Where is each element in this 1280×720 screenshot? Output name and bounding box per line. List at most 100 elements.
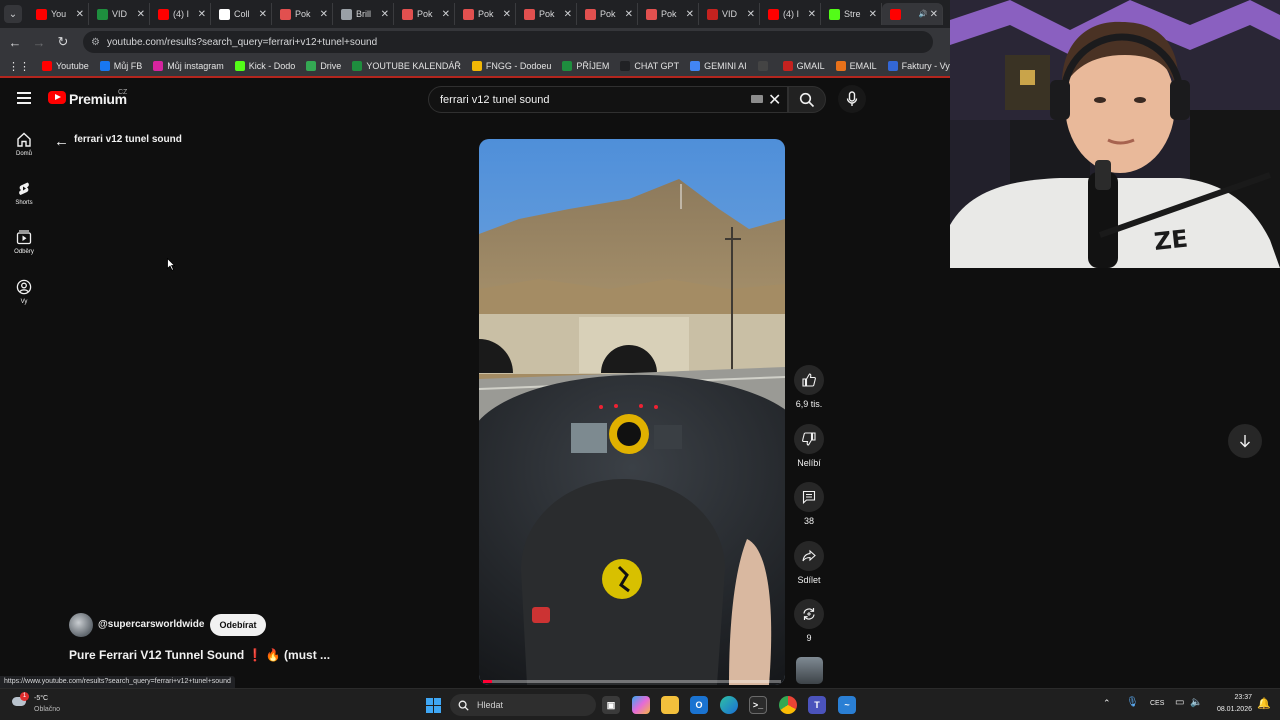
bookmark-item[interactable]: PŘÍJEM xyxy=(562,61,609,71)
network-icon[interactable]: ▭ xyxy=(1175,697,1184,708)
comments-button[interactable]: 38 xyxy=(793,482,825,526)
browser-tab[interactable]: (4) I ✕ xyxy=(760,3,821,25)
clear-search-icon[interactable]: ✕ xyxy=(768,90,781,110)
menu-hamburger-icon[interactable] xyxy=(17,92,31,104)
edge-icon[interactable] xyxy=(720,696,738,714)
tab-close-icon[interactable]: ✕ xyxy=(564,9,572,20)
terminal-icon[interactable]: >_ xyxy=(749,696,767,714)
browser-tab[interactable]: Pok ✕ xyxy=(516,3,577,25)
clock-time[interactable]: 23:37 xyxy=(1224,694,1252,701)
apps-grid-icon[interactable]: ⋮⋮ xyxy=(8,60,30,73)
bookmark-item[interactable]: Kick - Dodo xyxy=(234,61,295,71)
bookmark-item[interactable]: YOUTUBE KALENDÁŘ xyxy=(352,61,461,71)
dislike-button[interactable]: Nelíbí xyxy=(793,424,825,468)
browser-tab[interactable]: Pok ✕ xyxy=(638,3,699,25)
tray-overflow-chevron-up-icon[interactable]: ⌃ xyxy=(1103,698,1111,709)
channel-avatar[interactable] xyxy=(69,613,93,637)
site-info-icon[interactable]: ⚙ xyxy=(91,37,100,48)
guide-item-subscriptions[interactable]: Odběry xyxy=(0,230,48,255)
back-arrow-icon[interactable]: ← xyxy=(54,133,69,150)
volume-icon[interactable]: 🔈 xyxy=(1190,697,1202,708)
bookmark-item[interactable]: Faktury - Vytváření xyxy=(887,61,950,71)
input-language[interactable]: CES xyxy=(1150,700,1164,707)
weather-temperature[interactable]: -5°C xyxy=(34,695,48,702)
chrome-icon[interactable] xyxy=(779,696,797,714)
search-input[interactable]: ferrari v12 tunel sound xyxy=(428,86,788,113)
tab-close-icon[interactable]: ✕ xyxy=(625,9,633,20)
taskbar-search-box[interactable]: Hledat xyxy=(450,694,596,716)
bookmark-item[interactable]: FNGG - Dodoeu xyxy=(471,61,551,71)
youtube-logo-icon[interactable] xyxy=(48,91,66,104)
notification-bell-icon[interactable]: 🔔 xyxy=(1257,697,1271,710)
tab-close-icon[interactable]: ✕ xyxy=(381,9,389,20)
bookmark-item[interactable] xyxy=(757,61,772,71)
tab-close-icon[interactable]: ✕ xyxy=(503,9,511,20)
clock-date[interactable]: 08.01.2026 xyxy=(1206,706,1252,713)
task-view-icon[interactable]: ▣ xyxy=(602,696,620,714)
photos-icon[interactable]: ~ xyxy=(838,696,856,714)
file-explorer-icon[interactable] xyxy=(661,696,679,714)
tab-close-icon[interactable]: ✕ xyxy=(320,9,328,20)
bookmark-item[interactable]: GEMINI AI xyxy=(690,61,747,71)
browser-tab[interactable]: Pok ✕ xyxy=(455,3,516,25)
microphone-icon[interactable]: 🎙 xyxy=(1126,697,1139,708)
browser-tab[interactable]: (4) I ✕ xyxy=(150,3,211,25)
browser-tab[interactable]: Pok ✕ xyxy=(577,3,638,25)
tab-close-icon[interactable]: ✕ xyxy=(686,9,694,20)
remix-button[interactable]: 9 xyxy=(793,599,825,643)
bookmark-item[interactable]: Můj instagram xyxy=(153,61,224,71)
guide-item-home[interactable]: Domů xyxy=(0,132,48,157)
bookmark-item[interactable]: GMAIL xyxy=(782,61,825,71)
tab-close-icon[interactable]: ✕ xyxy=(808,9,816,20)
forward-arrow-icon[interactable]: → xyxy=(27,35,51,50)
share-button[interactable]: Sdílet xyxy=(793,541,825,585)
next-video-button[interactable] xyxy=(1228,424,1262,458)
tab-search-chevron-down-icon[interactable]: ⌄ xyxy=(4,5,22,23)
tab-close-icon[interactable]: ✕ xyxy=(747,9,755,20)
teams-icon[interactable]: T xyxy=(808,696,826,714)
tab-close-icon[interactable]: ✕ xyxy=(930,9,938,20)
bookmark-item[interactable]: EMAIL xyxy=(835,61,877,71)
browser-tab[interactable]: Stre ✕ xyxy=(821,3,882,25)
tab-close-icon[interactable]: ✕ xyxy=(76,9,84,20)
shorts-video-player[interactable] xyxy=(479,139,785,685)
guide-item-shorts[interactable]: Shorts xyxy=(0,181,48,206)
browser-tab[interactable]: Brill ✕ xyxy=(333,3,394,25)
browser-tab[interactable]: Coll ✕ xyxy=(211,3,272,25)
windows-start-icon[interactable] xyxy=(426,698,441,713)
keyboard-icon[interactable] xyxy=(751,95,763,103)
tab-close-icon[interactable]: ✕ xyxy=(259,9,267,20)
outlook-icon[interactable]: O xyxy=(690,696,708,714)
tab-audio-icon[interactable]: 🔊 xyxy=(919,10,928,18)
video-title[interactable]: Pure Ferrari V12 Tunnel Sound ❗ 🔥 (must … xyxy=(69,648,330,662)
channel-name[interactable]: @supercarsworldwide xyxy=(98,619,204,630)
copilot-icon[interactable] xyxy=(632,696,650,714)
bookmark-item[interactable]: Můj FB xyxy=(99,61,142,71)
bookmark-item[interactable]: Drive xyxy=(306,61,341,71)
browser-tab[interactable]: VID ✕ xyxy=(699,3,760,25)
browser-tab[interactable]: You ✕ xyxy=(28,3,89,25)
subscribe-button[interactable]: Odebírat xyxy=(210,614,266,636)
browser-tab[interactable]: VID ✕ xyxy=(89,3,150,25)
video-progress-track[interactable] xyxy=(483,680,781,683)
tab-close-icon[interactable]: ✕ xyxy=(869,9,877,20)
browser-tab-label: Coll xyxy=(234,9,250,19)
tab-close-icon[interactable]: ✕ xyxy=(198,9,206,20)
like-button[interactable]: 6,9 tis. xyxy=(793,365,825,409)
bookmark-item[interactable]: CHAT GPT xyxy=(620,61,679,71)
bookmark-item[interactable]: Youtube xyxy=(42,61,89,71)
reload-icon[interactable]: ↻ xyxy=(51,34,75,50)
search-button[interactable] xyxy=(788,86,826,113)
bookmark-favicon-icon xyxy=(620,61,631,71)
browser-tab[interactable]: Pok ✕ xyxy=(272,3,333,25)
channel-thumbnail[interactable] xyxy=(796,657,823,684)
weather-description[interactable]: Oblačno xyxy=(34,706,60,713)
back-arrow-icon[interactable]: ← xyxy=(3,35,27,50)
guide-item-you[interactable]: Vy xyxy=(0,279,48,305)
address-bar[interactable]: ⚙ youtube.com/results?search_query=ferra… xyxy=(83,31,933,53)
browser-tab[interactable]: Pok ✕ xyxy=(394,3,455,25)
browser-tab[interactable]: 🔊 ✕ xyxy=(882,3,943,25)
tab-close-icon[interactable]: ✕ xyxy=(442,9,450,20)
voice-search-button[interactable] xyxy=(838,85,866,113)
tab-close-icon[interactable]: ✕ xyxy=(137,9,145,20)
